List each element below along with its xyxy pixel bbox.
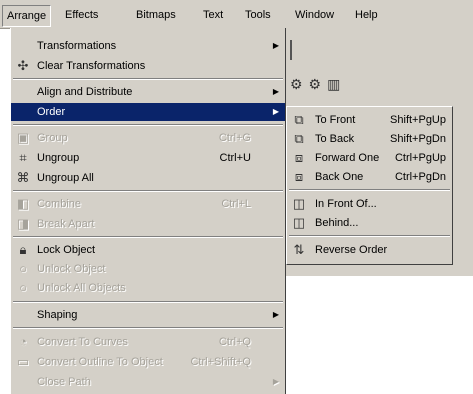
menu-item-label: Clear Transformations — [37, 60, 146, 72]
submenu-item-forward-one[interactable]: ⧈ Forward One Ctrl+PgUp — [287, 149, 452, 167]
menu-item-label: Ungroup — [37, 152, 80, 164]
submenu-item-label: Behind... — [315, 217, 359, 229]
menu-item-label: Lock Object — [37, 244, 96, 256]
menu-item-shortcut: Ctrl+G — [218, 132, 251, 144]
menu-item-convert-to-curves[interactable]: ◔ Convert To Curves Ctrl+Q — [11, 333, 285, 351]
menu-item-unlock-all[interactable]: ○ Unlock All Objects — [11, 279, 285, 297]
menu-item-shortcut: Ctrl+Q — [218, 336, 251, 348]
cursor-icon — [290, 40, 304, 60]
menu-separator — [13, 236, 283, 238]
menu-window[interactable]: Window — [292, 7, 337, 23]
unlock-icon: ○ — [19, 261, 27, 276]
submenu-separator — [289, 235, 450, 237]
submenu-item-label: In Front Of... — [315, 198, 377, 210]
submenu-item-in-front-of[interactable]: ◫ In Front Of... — [287, 195, 452, 213]
menu-item-label: Convert To Curves — [37, 336, 128, 348]
menu-item-transformations[interactable]: Transformations ▶ — [11, 37, 285, 55]
menu-item-label: Transformations — [37, 40, 117, 52]
submenu-item-shortcut: Shift+PgDn — [390, 133, 446, 145]
outline-icon: ▭ — [16, 354, 30, 369]
menu-item-label: Close Path — [37, 376, 91, 388]
in-front-of-icon: ◫ — [292, 196, 306, 211]
menu-item-shortcut: Ctrl+L — [221, 198, 251, 210]
to-back-icon: ⧉ — [294, 131, 304, 146]
menu-help[interactable]: Help — [352, 7, 381, 23]
menubar: Arrange Effects Bitmaps Text Tools Windo… — [0, 0, 473, 29]
submenu-item-behind[interactable]: ◫ Behind... — [287, 214, 452, 232]
menu-text[interactable]: Text — [200, 7, 226, 23]
menu-item-shortcut: Ctrl+U — [219, 152, 251, 164]
submenu-arrow-icon: ▶ — [272, 107, 279, 116]
submenu-arrow-icon: ▶ — [272, 377, 279, 386]
submenu-item-to-front[interactable]: ⧉ To Front Shift+PgUp — [287, 111, 452, 129]
submenu-arrow-icon: ▶ — [272, 41, 279, 50]
menu-tools[interactable]: Tools — [242, 7, 274, 23]
behind-icon: ◫ — [292, 215, 306, 230]
menu-item-combine[interactable]: ◧ Combine Ctrl+L — [11, 195, 285, 213]
reverse-order-icon: ⇅ — [293, 242, 305, 257]
toolbar-icons: ⚙⚙▥ — [290, 76, 347, 92]
submenu-item-shortcut: Shift+PgUp — [390, 114, 446, 126]
submenu-separator — [289, 189, 450, 191]
menu-item-label: Order — [37, 106, 66, 118]
submenu-item-label: To Front — [315, 114, 356, 126]
arrange-menu: Transformations ▶ ✣ Clear Transformation… — [10, 28, 286, 394]
menu-item-label: Unlock Object — [37, 263, 106, 275]
menu-separator — [13, 301, 283, 303]
menu-item-label: Group — [37, 132, 68, 144]
group-icon: ▣ — [16, 130, 30, 145]
submenu-item-label: Forward One — [315, 152, 380, 164]
submenu-item-shortcut: Ctrl+PgUp — [394, 152, 446, 164]
menu-separator — [13, 78, 283, 80]
submenu-arrow-icon: ▶ — [272, 310, 279, 319]
menu-item-group[interactable]: ▣ Group Ctrl+G — [11, 129, 285, 147]
submenu-arrow-icon: ▶ — [272, 87, 279, 96]
menu-item-clear-transformations[interactable]: ✣ Clear Transformations — [11, 57, 285, 75]
menu-separator — [13, 327, 283, 329]
menu-effects[interactable]: Effects — [62, 7, 101, 23]
menu-item-label: Ungroup All — [37, 172, 94, 184]
menu-separator — [13, 124, 283, 126]
menu-item-align-distribute[interactable]: Align and Distribute ▶ — [11, 83, 285, 101]
submenu-item-reverse-order[interactable]: ⇅ Reverse Order — [287, 241, 452, 259]
menu-bitmaps[interactable]: Bitmaps — [133, 7, 179, 23]
unlock-all-icon: ○ — [19, 280, 27, 295]
submenu-item-to-back[interactable]: ⧉ To Back Shift+PgDn — [287, 130, 452, 148]
break-apart-icon: ◨ — [16, 216, 30, 231]
ungroup-icon: ⌗ — [19, 150, 27, 165]
menu-separator — [13, 190, 283, 192]
menu-item-ungroup[interactable]: ⌗ Ungroup Ctrl+U — [11, 149, 285, 167]
clear-transform-icon: ✣ — [17, 58, 29, 73]
menu-item-break-apart[interactable]: ◨ Break Apart — [11, 215, 285, 233]
menu-item-label: Unlock All Objects — [37, 282, 126, 294]
menu-item-lock-object[interactable]: 🔒︎ Lock Object — [11, 241, 285, 259]
menu-item-label: Align and Distribute — [37, 86, 133, 98]
submenu-item-label: To Back — [315, 133, 355, 145]
order-submenu: ⧉ To Front Shift+PgUp ⧉ To Back Shift+Pg… — [286, 106, 453, 265]
menu-item-label: Break Apart — [37, 218, 95, 230]
to-front-icon: ⧉ — [294, 112, 304, 127]
curves-icon: ◔ — [19, 334, 27, 349]
menu-item-unlock-object[interactable]: ○ Unlock Object — [11, 260, 285, 278]
menu-item-ungroup-all[interactable]: ⌘ Ungroup All — [11, 169, 285, 187]
submenu-item-back-one[interactable]: ⧈ Back One Ctrl+PgDn — [287, 168, 452, 186]
back-one-icon: ⧈ — [294, 169, 304, 184]
lock-icon: 🔒︎ — [19, 242, 27, 257]
submenu-item-label: Reverse Order — [315, 244, 388, 256]
combine-icon: ◧ — [16, 196, 30, 211]
menu-item-convert-outline[interactable]: ▭ Convert Outline To Object Ctrl+Shift+Q — [11, 353, 285, 371]
menu-item-close-path[interactable]: Close Path ▶ — [11, 373, 285, 391]
menu-item-shortcut: Ctrl+Shift+Q — [190, 356, 251, 368]
menu-item-label: Combine — [37, 198, 82, 210]
menu-item-label: Shaping — [37, 309, 78, 321]
menu-item-shaping[interactable]: Shaping ▶ — [11, 306, 285, 324]
menu-item-order[interactable]: Order ▶ — [11, 103, 285, 121]
menu-item-label: Convert Outline To Object — [37, 356, 163, 368]
submenu-item-label: Back One — [315, 171, 364, 183]
menu-arrange[interactable]: Arrange — [2, 5, 52, 27]
submenu-item-shortcut: Ctrl+PgDn — [394, 171, 446, 183]
ungroup-all-icon: ⌘ — [16, 170, 30, 185]
forward-one-icon: ⧈ — [294, 150, 304, 165]
